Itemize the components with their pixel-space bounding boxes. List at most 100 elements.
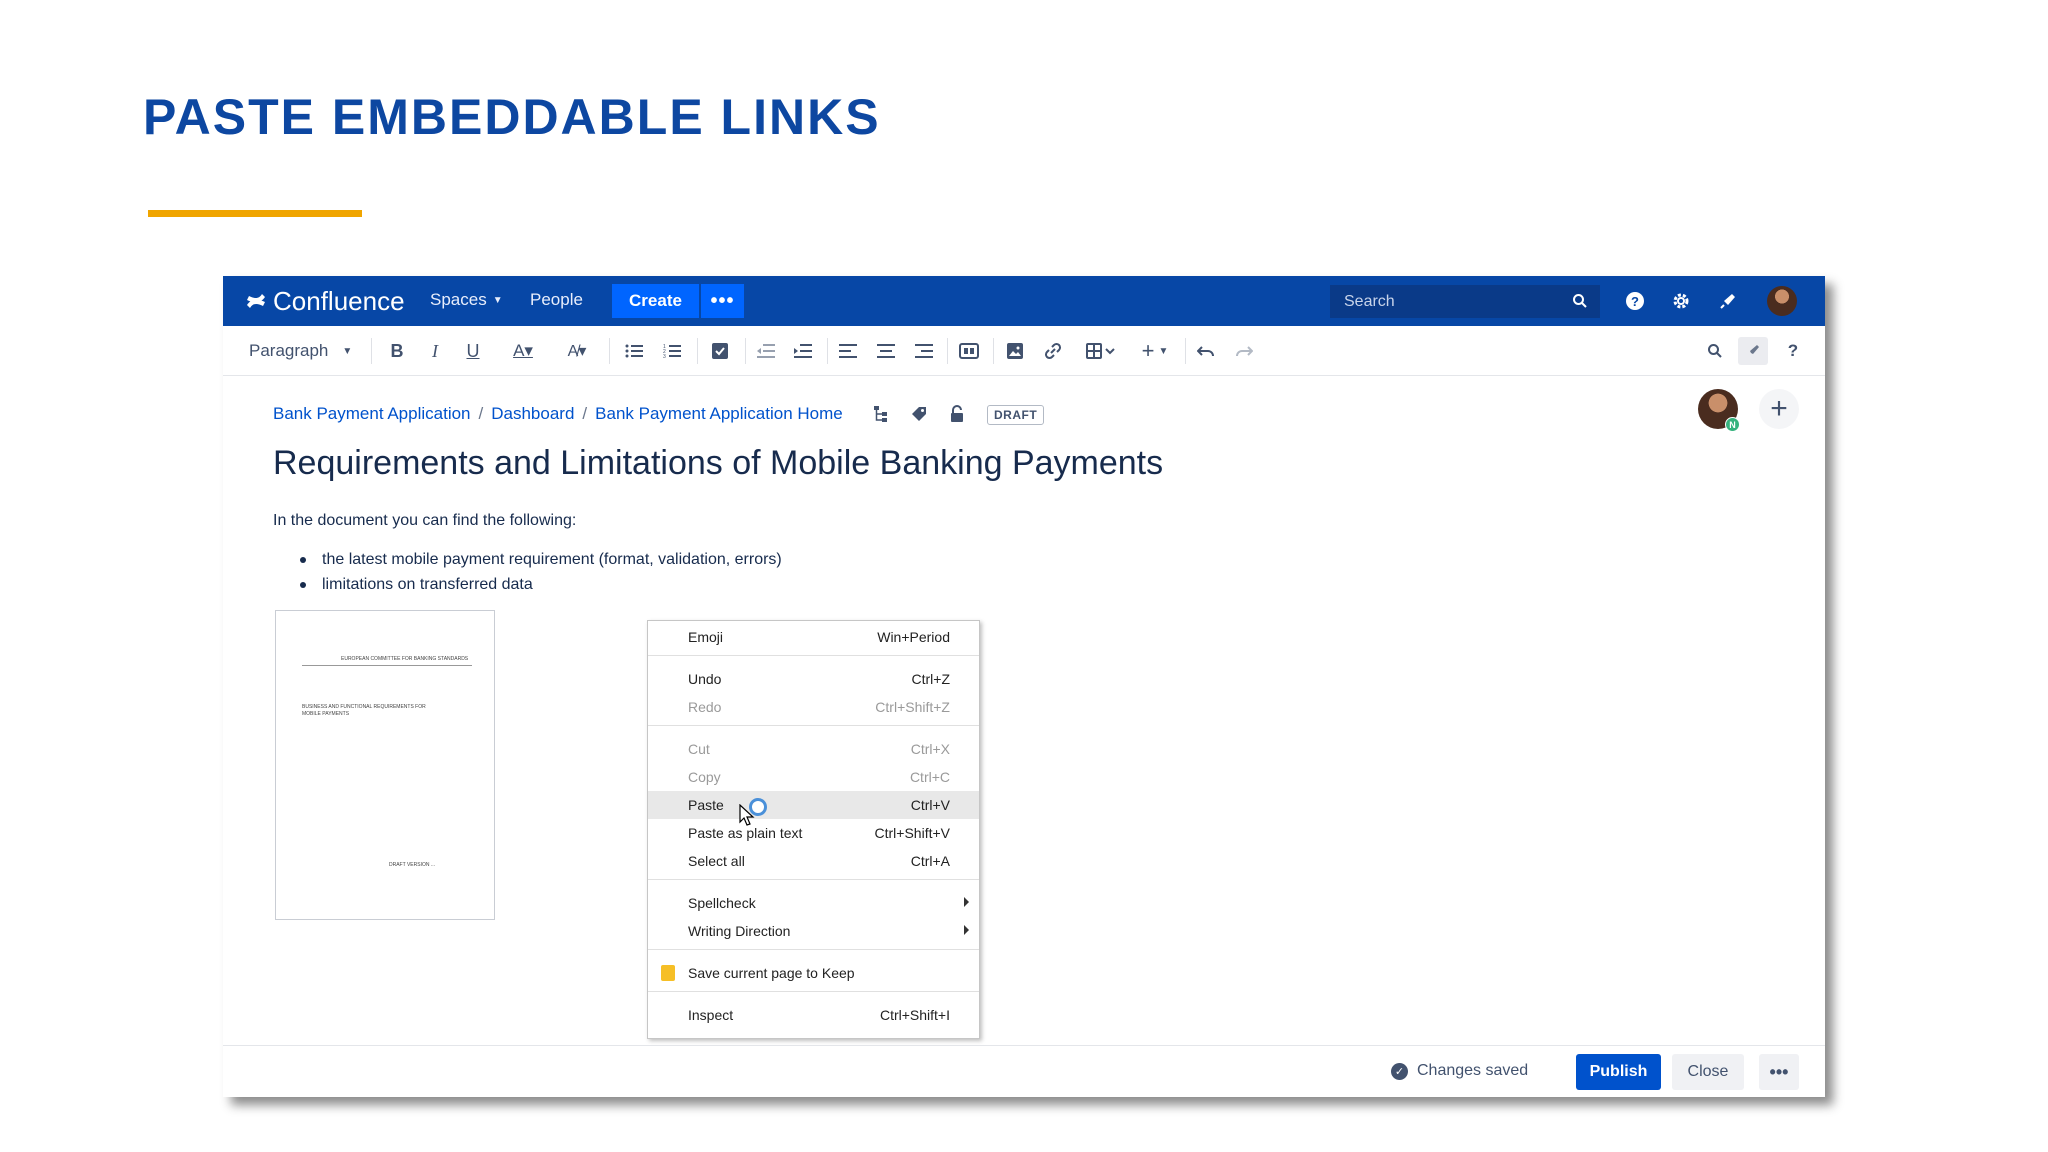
doc-version: DRAFT VERSION ... [389,862,436,868]
breadcrumb-item[interactable]: Dashboard [491,404,574,424]
doc-header: EUROPEAN COMMITTEE FOR BANKING STANDARDS [341,656,469,662]
confluence-logo[interactable]: Confluence [245,286,405,316]
menu-item-redo[interactable]: Redo Ctrl+Shift+Z [648,693,979,721]
menu-item-save-to-keep[interactable]: Save current page to Keep [648,959,979,987]
menu-item-shortcut: Ctrl+C [909,769,950,785]
toolbar-divider [947,338,948,364]
table-icon[interactable] [1081,339,1121,363]
menu-separator [648,879,979,880]
create-button[interactable]: Create [612,284,699,318]
page-tree-icon[interactable] [871,404,891,424]
menu-item-select-all[interactable]: Select all Ctrl+A [648,847,979,875]
restrictions-lock-icon[interactable] [947,404,967,424]
rocket-icon[interactable] [1738,337,1768,365]
notifications-icon[interactable] [1716,289,1740,313]
menu-separator [648,655,979,656]
list-item[interactable]: the latest mobile payment requirement (f… [300,549,782,574]
task-icon[interactable] [709,339,731,363]
paragraph-style-select[interactable]: Paragraph ▼ [249,339,352,363]
collaborator-badge: N [1725,417,1740,432]
menu-item-label: Undo [688,671,722,687]
intro-text[interactable]: In the document you can find the followi… [273,512,576,530]
nav-spaces[interactable]: Spaces ▼ [430,290,503,310]
underline-icon[interactable]: U [462,339,484,363]
menu-item-shortcut: Ctrl+Z [911,671,951,687]
mouse-cursor-icon [739,804,755,826]
align-left-icon[interactable] [837,339,859,363]
menu-item-shortcut: Ctrl+Shift+V [874,825,950,841]
doc-title-line: BUSINESS AND FUNCTIONAL REQUIREMENTS FOR [302,704,426,710]
align-center-icon[interactable] [875,339,897,363]
layout-icon[interactable] [958,339,980,363]
text-color-icon[interactable]: A▾ [505,339,541,363]
menu-item-emoji[interactable]: Emoji Win+Period [648,623,979,651]
menu-item-label: Writing Direction [688,923,791,939]
submenu-arrow-icon [964,925,969,935]
menu-item-shortcut: Win+Period [877,629,950,645]
indent-icon[interactable] [792,339,814,363]
bold-icon[interactable]: B [386,339,408,363]
svg-text:3: 3 [663,354,666,359]
bullet-list-icon[interactable] [623,339,645,363]
avatar[interactable] [1767,286,1797,316]
numbered-list-icon[interactable]: 123 [661,339,683,363]
menu-item-inspect[interactable]: Inspect Ctrl+Shift+I [648,1001,979,1029]
page-title[interactable]: Requirements and Limitations of Mobile B… [273,444,1163,483]
chevron-down-icon: ▼ [492,294,503,306]
menu-item-label: Redo [688,699,722,715]
undo-icon[interactable] [1195,339,1217,363]
list-item[interactable]: limitations on transferred data [300,574,782,599]
menu-separator [648,725,979,726]
find-icon[interactable] [1704,339,1726,363]
embedded-document-preview[interactable]: EUROPEAN COMMITTEE FOR BANKING STANDARDS… [275,610,495,920]
help-icon[interactable]: ? [1623,289,1647,313]
breadcrumb-item[interactable]: Bank Payment Application Home [595,404,843,424]
settings-icon[interactable] [1669,289,1693,313]
insert-plus-icon[interactable]: + ▼ [1135,338,1175,363]
menu-separator [648,949,979,950]
menu-separator [648,991,979,992]
nav-people[interactable]: People [530,290,583,310]
breadcrumb-separator: / [582,404,588,423]
toolbar-divider [371,338,372,364]
menu-item-spellcheck[interactable]: Spellcheck [648,889,979,917]
paragraph-style-label: Paragraph [249,341,329,360]
text-style-icon[interactable]: A̸▾ [557,339,597,363]
help-icon[interactable]: ? [1782,339,1804,363]
publish-button[interactable]: Publish [1576,1054,1661,1090]
create-more-button[interactable]: ••• [701,284,744,318]
label-icon[interactable] [909,404,929,424]
menu-item-cut[interactable]: Cut Ctrl+X [648,735,979,763]
italic-icon[interactable]: I [424,339,446,363]
menu-item-copy[interactable]: Copy Ctrl+C [648,763,979,791]
align-right-icon[interactable] [913,339,935,363]
breadcrumb: Bank Payment Application / Dashboard / B… [273,404,843,424]
outdent-icon[interactable] [755,339,777,363]
slide-title: PASTE EMBEDDABLE LINKS [143,89,881,145]
menu-item-writing-direction[interactable]: Writing Direction [648,917,979,945]
close-button[interactable]: Close [1672,1054,1744,1090]
image-icon[interactable] [1004,339,1026,363]
top-navbar: Confluence Spaces ▼ People Create ••• Se… [223,276,1825,326]
search-input[interactable]: Search [1330,285,1600,318]
toolbar-divider [827,338,828,364]
slide: PASTE EMBEDDABLE LINKS Confluence Spaces… [0,0,2048,1152]
chevron-down-icon: ▼ [342,345,353,357]
menu-item-undo[interactable]: Undo Ctrl+Z [648,665,979,693]
redo-icon[interactable] [1233,339,1255,363]
menu-item-label: Spellcheck [688,895,756,911]
add-collaborator-button[interactable]: + [1759,389,1799,429]
menu-item-paste-plain[interactable]: Paste as plain text Ctrl+Shift+V [648,819,979,847]
confluence-window: Confluence Spaces ▼ People Create ••• Se… [223,276,1825,1097]
link-icon[interactable] [1042,339,1064,363]
menu-item-label: Inspect [688,1007,734,1023]
save-status-text: Changes saved [1417,1062,1529,1079]
toolbar-divider [745,338,746,364]
toolbar-divider [993,338,994,364]
menu-item-paste[interactable]: Paste Ctrl+V [648,791,979,819]
menu-item-label: Emoji [688,629,724,645]
search-icon [1573,294,1587,308]
more-actions-button[interactable]: ••• [1759,1054,1799,1090]
context-menu: Emoji Win+Period Undo Ctrl+Z Redo Ctrl+S… [647,620,980,1039]
breadcrumb-item[interactable]: Bank Payment Application [273,404,471,424]
